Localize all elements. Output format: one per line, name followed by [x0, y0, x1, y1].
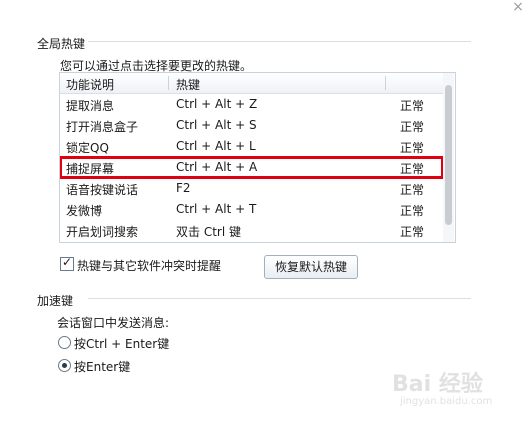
column-header-hotkey[interactable]: 热键 [176, 76, 200, 93]
radio-enter-label[interactable]: 按Enter键 [74, 358, 130, 375]
column-header-function[interactable]: 功能说明 [66, 76, 114, 93]
radio-ctrl-enter[interactable] [58, 336, 71, 349]
conflict-reminder-label[interactable]: 热键与其它软件冲突时提醒 [77, 257, 221, 274]
row-status: 正常 [400, 99, 425, 113]
checkmark-icon: ✓ [62, 255, 73, 269]
conflict-reminder-checkbox[interactable]: ✓ [60, 255, 74, 271]
radio-enter[interactable] [58, 359, 71, 372]
table-row[interactable]: 发微博 Ctrl + Alt + T 正常 [60, 199, 443, 220]
row-function: 语音按键说话 [66, 183, 139, 197]
restore-default-hotkeys-button[interactable]: 恢复默认热键 [264, 255, 358, 279]
row-status: 正常 [400, 183, 425, 197]
column-separator [385, 76, 386, 90]
section-divider [88, 298, 471, 299]
row-function: 捕捉屏幕 [66, 162, 115, 176]
row-status: 正常 [400, 120, 425, 134]
row-hotkey: Ctrl + Alt + A [176, 160, 258, 174]
table-row[interactable]: 开启划词搜索 双击 Ctrl 键 正常 [60, 220, 443, 241]
row-status: 正常 [400, 162, 425, 176]
baidu-jingyan-watermark: Bai 经验 jingyan.baidu.com [392, 366, 520, 412]
section-divider [88, 41, 471, 42]
row-hotkey: 双击 Ctrl 键 [176, 225, 241, 239]
radio-ctrl-enter-label[interactable]: 按Ctrl + Enter键 [74, 335, 169, 352]
row-function: 发微博 [66, 204, 103, 218]
row-hotkey: F2 [176, 181, 191, 195]
radio-selected-dot [62, 363, 67, 368]
row-hotkey: Ctrl + Alt + S [176, 118, 257, 132]
row-status: 正常 [400, 204, 425, 218]
global-hotkeys-title: 全局热键 [37, 37, 86, 51]
send-message-label: 会话窗口中发送消息: [57, 316, 170, 330]
column-separator [168, 76, 169, 90]
row-status: 正常 [400, 141, 425, 155]
row-status: 正常 [400, 225, 425, 239]
row-hotkey: Ctrl + Alt + L [176, 139, 256, 153]
table-row[interactable]: 打开消息盒子 Ctrl + Alt + S 正常 [60, 115, 443, 136]
table-scrollbar[interactable] [443, 73, 454, 242]
watermark-logo: Bai 经验 [392, 372, 483, 397]
row-function: 锁定QQ [66, 141, 109, 155]
row-hotkey: Ctrl + Alt + T [176, 202, 257, 216]
row-function: 开启划词搜索 [66, 225, 139, 239]
close-icon[interactable]: × [509, 0, 527, 16]
table-row[interactable]: 提取消息 Ctrl + Alt + Z 正常 [60, 94, 443, 115]
table-row-highlighted[interactable]: 捕捉屏幕 Ctrl + Alt + A 正常 [60, 156, 444, 179]
table-row[interactable]: 语音按键说话 F2 正常 [60, 178, 443, 199]
scrollbar-thumb[interactable] [445, 85, 452, 225]
table-row[interactable]: 锁定QQ Ctrl + Alt + L 正常 [60, 136, 443, 157]
accelerator-title: 加速键 [37, 294, 74, 308]
hotkeys-table: 功能说明 热键 提取消息 Ctrl + Alt + Z 正常 打开消息盒子 Ct… [59, 72, 456, 243]
watermark-url: jingyan.baidu.com [400, 396, 493, 407]
row-function: 打开消息盒子 [66, 120, 139, 134]
row-hotkey: Ctrl + Alt + Z [176, 97, 258, 111]
table-header: 功能说明 热键 [60, 73, 443, 94]
row-function: 提取消息 [66, 99, 115, 113]
